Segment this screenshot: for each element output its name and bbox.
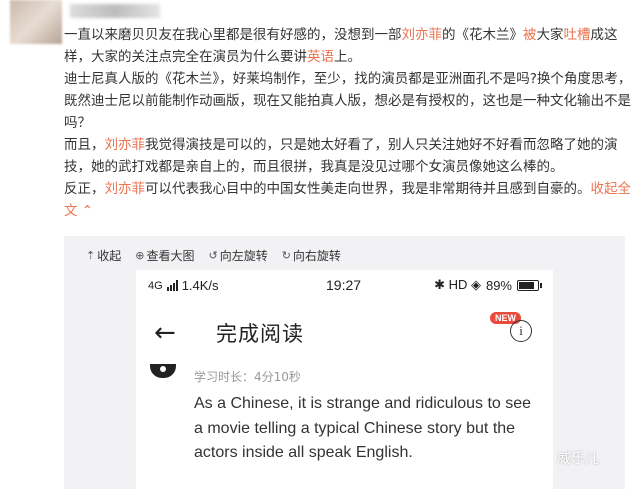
collapse-image-button[interactable]: ⇡ 收起 (86, 246, 121, 264)
topic-link-liu-yifei[interactable]: 刘亦菲 (402, 27, 443, 43)
chevron-up-icon: ⌃ (77, 203, 94, 219)
network-indicator: 4G 1.4K/s (148, 278, 219, 293)
post-text: 的《花木兰》 (442, 27, 523, 43)
topic-link-bei[interactable]: 被 (523, 27, 537, 43)
quote-text: As a Chinese, it is strange and ridiculo… (194, 395, 532, 461)
phone-status-bar: 4G 1.4K/s 19:27 ✱ HD ◈ 89% (136, 270, 553, 298)
battery-icon (517, 279, 542, 291)
image-toolbar: ⇡ 收起 ⊕ 查看大图 ↺ 向左旋转 ↻ 向右旋转 (86, 246, 341, 264)
embedded-screenshot[interactable]: 4G 1.4K/s 19:27 ✱ HD ◈ 89% ← 完成阅读 NEW i … (136, 270, 553, 489)
post-paragraph-3: 而且，刘亦菲我觉得演技是可以的，只是她太好看了，别人只关注她好不好看而忽略了她的… (64, 134, 632, 178)
post-text: 反正， (64, 181, 105, 197)
username[interactable] (70, 4, 160, 18)
post-text: 可以代表我心目中的中国女性美走向世界，我是非常期待并且感到自豪的。 (145, 181, 591, 197)
avatar[interactable] (10, 0, 62, 44)
alarm-hd-wifi-icons: ✱ HD ◈ (434, 277, 481, 292)
post-paragraph-1: 一直以来磨贝贝友在我心里都是很有好感的，没想到一部刘亦菲的《花木兰》被大家吐槽成… (64, 24, 632, 68)
network-type: 4G (148, 279, 163, 292)
rotate-left-icon: ↺ (208, 248, 218, 262)
view-large-button[interactable]: ⊕ 查看大图 (135, 246, 194, 264)
back-arrow-icon: ← (154, 318, 176, 348)
post-text: 而且， (64, 137, 105, 153)
rotate-right-label: 向右旋转 (292, 248, 341, 263)
collapse-arrow-icon: ⇡ (86, 248, 96, 262)
user-avatar-icon (150, 364, 176, 378)
post-text: 大家 (536, 27, 564, 43)
image-viewer-panel: ⇡ 收起 ⊕ 查看大图 ↺ 向左旋转 ↻ 向右旋转 4G 1.4K/s 19:2… (64, 236, 625, 489)
post-body: 一直以来磨贝贝友在我心里都是很有好感的，没想到一部刘亦菲的《花木兰》被大家吐槽成… (64, 24, 632, 222)
topic-link-liu-yifei[interactable]: 刘亦菲 (105, 181, 146, 197)
topic-link-english[interactable]: 英语 (307, 49, 334, 65)
collapse-image-label: 收起 (97, 248, 122, 263)
post-text: 我觉得演技是可以的，只是她太好看了，别人只关注她好不好看而忽略了她的演技，她的武… (64, 137, 618, 175)
post-paragraph-2: 迪士尼真人版的《花木兰》，好莱坞制作，至少，找的演员都是亚洲面孔不是吗?换个角度… (64, 71, 632, 131)
rotate-right-icon: ↻ (281, 248, 291, 262)
post-paragraph-4: 反正，刘亦菲可以代表我心目中的中国女性美走向世界，我是非常期待并且感到自豪的。收… (64, 178, 632, 222)
post-text: 上。 (334, 49, 361, 65)
page-title: 完成阅读 (216, 322, 304, 346)
post-text: 一直以来磨贝贝友在我心里都是很有好感的，没想到一部 (64, 27, 402, 43)
topic-link-liu-yifei[interactable]: 刘亦菲 (105, 137, 146, 153)
topic-link-tucao[interactable]: 吐槽 (564, 27, 591, 43)
info-icon: i (510, 320, 532, 342)
rotate-left-button[interactable]: ↺ 向左旋转 (208, 246, 267, 264)
view-large-label: 查看大图 (146, 248, 195, 263)
signal-icon (166, 280, 178, 291)
status-right-group: ✱ HD ◈ 89% (434, 277, 542, 293)
rotate-left-label: 向左旋转 (219, 248, 268, 263)
battery-percent: 89% (485, 277, 512, 293)
network-speed: 1.4K/s (181, 278, 219, 293)
study-duration: 学习时长：4分10秒 (194, 370, 301, 384)
status-time: 19:27 (326, 277, 362, 293)
watermark: 威乐儿 (557, 451, 599, 467)
rotate-right-button[interactable]: ↻ 向右旋转 (282, 246, 341, 264)
zoom-icon: ⊕ (135, 248, 145, 262)
